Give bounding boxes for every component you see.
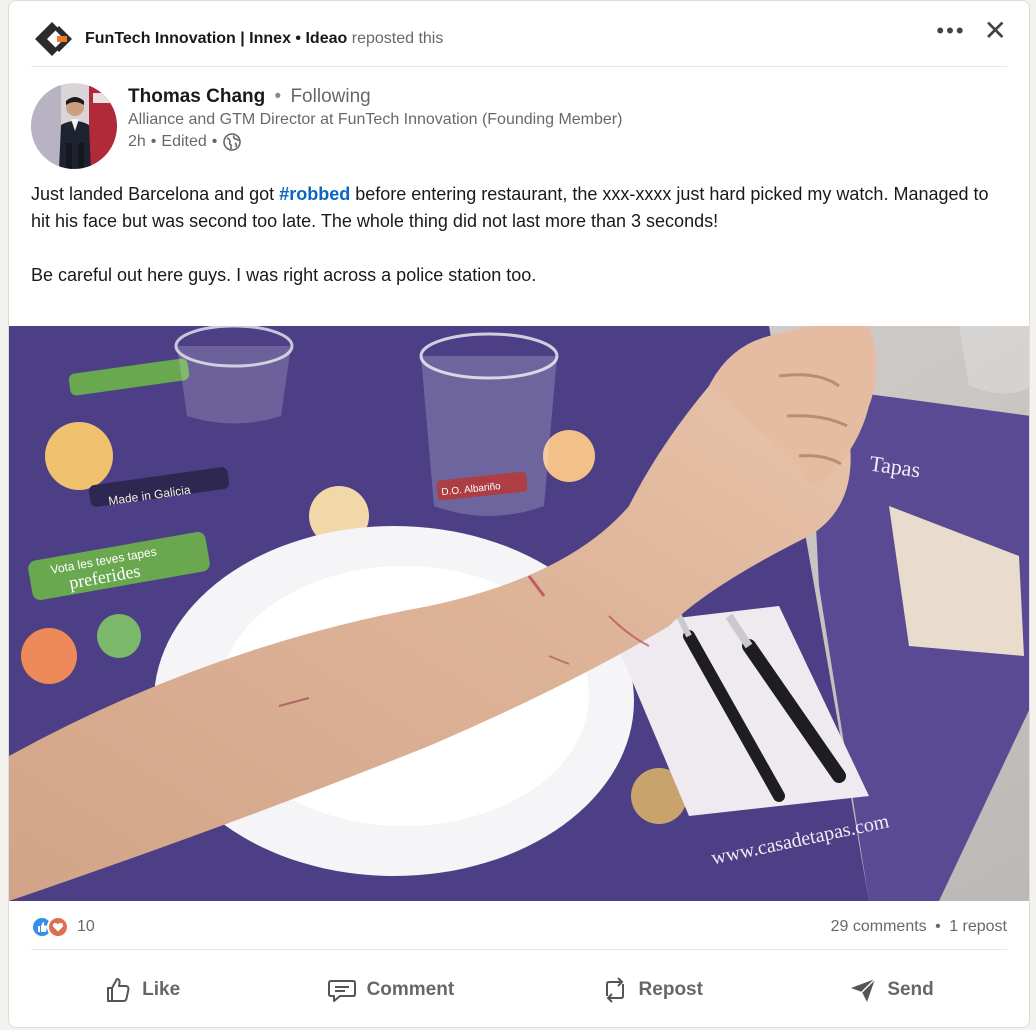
feed-post-card: FunTech Innovation | Innex • Ideao repos… [8, 0, 1030, 1028]
follow-status: Following [290, 86, 371, 107]
author-name-line: Thomas Chang • Following [128, 85, 622, 109]
post-time: 2h [128, 133, 146, 150]
repost-text: FunTech Innovation | Innex • Ideao repos… [85, 30, 443, 48]
post-paragraph-2: Be careful out here guys. I was right ac… [31, 265, 537, 285]
post-top-actions: ••• ✕ [936, 17, 1007, 45]
send-label: Send [887, 979, 934, 1000]
author-name[interactable]: Thomas Chang [128, 86, 265, 107]
repost-label: Repost [638, 979, 703, 1000]
reaction-count: 10 [77, 918, 95, 935]
repost-header: FunTech Innovation | Innex • Ideao repos… [31, 11, 1007, 67]
meta-dot: • [150, 133, 157, 150]
comment-label: Comment [366, 979, 455, 1000]
globe-icon [223, 133, 242, 151]
hashtag-link[interactable]: #robbed [279, 184, 350, 204]
author-info: Thomas Chang • Following Alliance and GT… [128, 83, 622, 173]
comment-icon [327, 976, 357, 1004]
close-icon[interactable]: ✕ [984, 17, 1007, 45]
repost-icon [601, 976, 629, 1004]
counts-separator: • [935, 918, 941, 935]
glass-center: D.O. Albariño [419, 332, 559, 516]
avatar[interactable] [31, 83, 117, 169]
support-reaction-icon [47, 916, 69, 938]
comments-count-link[interactable]: 29 comments [831, 918, 927, 935]
comment-repost-counts: 29 comments • 1 repost [831, 918, 1007, 936]
post-author: Thomas Chang • Following Alliance and GT… [31, 83, 622, 173]
meta-dot-2: • [211, 133, 218, 150]
repost-bullet: • [295, 29, 302, 47]
reaction-icons [31, 916, 69, 938]
more-options-icon[interactable]: ••• [936, 20, 965, 42]
thumbs-up-icon [104, 976, 132, 1004]
post-action-bar: Like Comment Repost Send [31, 956, 1007, 1024]
send-icon [849, 976, 877, 1004]
social-counts: 10 29 comments • 1 repost [31, 905, 1007, 950]
glass-right [959, 326, 1029, 394]
post-body: Just landed Barcelona and got #robbed be… [31, 181, 989, 289]
repost-action-text: reposted this [351, 29, 444, 47]
author-headline: Alliance and GTM Director at FunTech Inn… [128, 111, 623, 128]
send-button[interactable]: Send [833, 968, 949, 1012]
post-meta: 2h • Edited • [128, 131, 622, 153]
reposter-name[interactable]: Ideao [305, 30, 347, 47]
post-text-before-hashtag: Just landed Barcelona and got [31, 184, 280, 204]
reposts-count-link[interactable]: 1 repost [949, 918, 1007, 935]
like-button[interactable]: Like [88, 968, 196, 1012]
post-paragraph-1: Just landed Barcelona and got #robbed be… [31, 181, 989, 235]
post-image[interactable]: Made in Galicia Vota les teves tapes pre… [9, 326, 1029, 901]
repost-button[interactable]: Repost [585, 968, 719, 1012]
comment-button[interactable]: Comment [311, 968, 471, 1012]
company-logo-icon[interactable] [31, 18, 73, 60]
author-separator: • [274, 86, 282, 107]
edited-label: Edited [161, 133, 207, 150]
reactions-summary[interactable]: 10 [31, 916, 95, 938]
like-label: Like [142, 979, 181, 1000]
repost-company-name[interactable]: FunTech Innovation | Innex [85, 30, 291, 47]
